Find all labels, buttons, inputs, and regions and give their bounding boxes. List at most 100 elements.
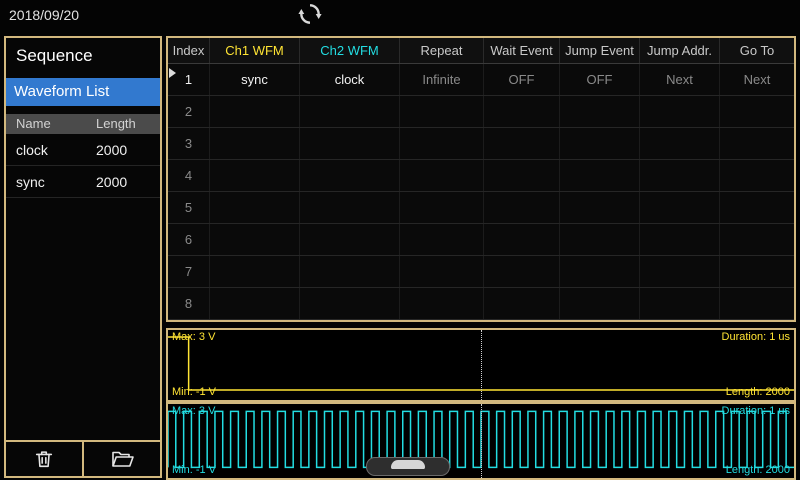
delete-button[interactable] [6, 442, 84, 476]
sequence-cell [300, 192, 400, 223]
ch1-waveform-preview: Max: 3 V Duration: 1 us Min: -1 V Length… [166, 328, 796, 402]
sequence-cell [560, 160, 640, 191]
sequence-cell [210, 160, 300, 191]
sequence-cell [640, 96, 720, 127]
sequence-cell: clock [300, 64, 400, 95]
refresh-icon[interactable] [297, 1, 323, 27]
column-header-ch1-wfm: Ch1 WFM [210, 38, 300, 63]
sequence-cell: 7 [168, 256, 210, 287]
sequence-cell [210, 192, 300, 223]
sidebar-buttons [6, 440, 160, 476]
ch1-max-label: Max: 3 V [172, 331, 215, 344]
scroll-handle-grip [391, 460, 425, 469]
waveform-list-header: Name Length [6, 114, 160, 134]
scroll-handle[interactable] [366, 457, 450, 476]
sequence-cell [560, 192, 640, 223]
sequence-cell [300, 288, 400, 319]
sidebar-title: Sequence [6, 38, 160, 74]
open-button[interactable] [84, 442, 160, 476]
sequence-cell: sync [210, 64, 300, 95]
sequence-cell: 3 [168, 128, 210, 159]
sequence-cell [484, 160, 560, 191]
sequence-table-header: IndexCh1 WFMCh2 WFMRepeatWait EventJump … [168, 38, 794, 64]
ch2-max-label: Max: 3 V [172, 405, 215, 418]
sequence-cell: OFF [560, 64, 640, 95]
sequence-cell [560, 128, 640, 159]
sequence-cell [484, 256, 560, 287]
column-header-wait-event: Wait Event [484, 38, 560, 63]
sequence-cell [300, 224, 400, 255]
ch2-cursor-line [481, 404, 482, 478]
sequence-cell: 6 [168, 224, 210, 255]
column-header-jump-addr-: Jump Addr. [640, 38, 720, 63]
sequence-cell [484, 224, 560, 255]
sequence-cell [560, 288, 640, 319]
sequence-cell [400, 224, 484, 255]
sequence-row-8[interactable]: 8 [168, 288, 794, 320]
sequence-row-2[interactable]: 2 [168, 96, 794, 128]
column-header-length: Length [96, 114, 136, 134]
ch2-duration-label: Duration: 1 us [722, 405, 790, 418]
sequence-cell [560, 224, 640, 255]
sequence-row-3[interactable]: 3 [168, 128, 794, 160]
sequence-cell [400, 288, 484, 319]
ch2-waveform-preview: Max: 3 V Duration: 1 us Min: -1 V Length… [166, 402, 796, 480]
sequence-cell [720, 256, 794, 287]
sequence-cell: Next [640, 64, 720, 95]
sequence-cell [484, 128, 560, 159]
sequence-table-body: 1syncclockInfiniteOFFOFFNextNext2345678 [168, 64, 794, 320]
sequence-cell: Infinite [400, 64, 484, 95]
sequence-row-6[interactable]: 6 [168, 224, 794, 256]
sequence-cell [400, 256, 484, 287]
sequence-cell [720, 128, 794, 159]
sequence-row-1[interactable]: 1syncclockInfiniteOFFOFFNextNext [168, 64, 794, 96]
sequence-table: IndexCh1 WFMCh2 WFMRepeatWait EventJump … [166, 36, 796, 322]
column-header-name: Name [6, 114, 96, 134]
sequence-cell [300, 160, 400, 191]
sequence-cell [300, 96, 400, 127]
ch2-length-label: Length: 2000 [726, 464, 790, 477]
sequence-cell: OFF [484, 64, 560, 95]
waveform-list-item[interactable]: sync2000 [6, 166, 160, 198]
waveform-list: clock2000sync2000 [6, 134, 160, 198]
ch1-duration-label: Duration: 1 us [722, 331, 790, 344]
column-header-index: Index [168, 38, 210, 63]
sequence-cell: Next [720, 64, 794, 95]
sequence-cell: 8 [168, 288, 210, 319]
awg-sequence-screen: 2018/09/20 Sequence Waveform List Name L… [0, 0, 800, 480]
waveform-list-item[interactable]: clock2000 [6, 134, 160, 166]
sequence-cell [720, 96, 794, 127]
sequence-cell [400, 128, 484, 159]
tab-waveform-list[interactable]: Waveform List [6, 78, 160, 106]
sequence-row-4[interactable]: 4 [168, 160, 794, 192]
sequence-cell [640, 288, 720, 319]
sequence-cell [484, 192, 560, 223]
sequence-cell [484, 288, 560, 319]
sequence-cell [210, 224, 300, 255]
sequence-cell [210, 288, 300, 319]
sequence-cell: 2 [168, 96, 210, 127]
sequence-cell [484, 96, 560, 127]
waveform-length: 2000 [96, 166, 127, 197]
sequence-cell: 4 [168, 160, 210, 191]
sequence-cell [210, 128, 300, 159]
column-header-jump-event: Jump Event [560, 38, 640, 63]
sequence-cell [400, 160, 484, 191]
sequence-row-5[interactable]: 5 [168, 192, 794, 224]
sequence-cell [400, 96, 484, 127]
sequence-sidebar: Sequence Waveform List Name Length clock… [4, 36, 162, 478]
sequence-cell [300, 128, 400, 159]
column-header-ch2-wfm: Ch2 WFM [300, 38, 400, 63]
column-header-go-to: Go To [720, 38, 794, 63]
sequence-cell [720, 192, 794, 223]
sequence-row-7[interactable]: 7 [168, 256, 794, 288]
waveform-length: 2000 [96, 134, 127, 165]
sequence-cell [640, 192, 720, 223]
waveform-name: sync [6, 166, 96, 197]
waveform-name: clock [6, 134, 96, 165]
sequence-cell [560, 96, 640, 127]
sequence-cell [640, 224, 720, 255]
current-row-marker [169, 68, 176, 78]
sequence-cell [560, 256, 640, 287]
sequence-cell [640, 160, 720, 191]
